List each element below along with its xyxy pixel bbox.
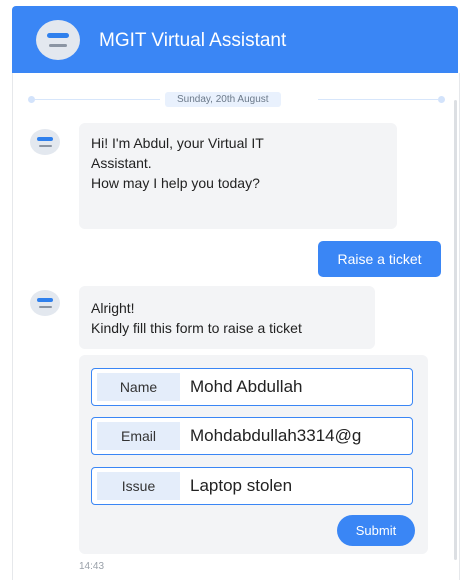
greeting-line-1: Hi! I'm Abdul, your Virtual IT bbox=[91, 135, 264, 151]
bot-avatar-icon bbox=[30, 290, 60, 316]
greeting-line-2: Assistant. bbox=[91, 155, 152, 171]
date-dot-right bbox=[438, 96, 445, 103]
user-message-raise-ticket[interactable]: Raise a ticket bbox=[318, 241, 441, 277]
email-field[interactable]: Email Mohdabdullah3314@g bbox=[91, 417, 413, 455]
date-label: Sunday, 20th August bbox=[165, 92, 281, 107]
bot-message-greeting: Hi! I'm Abdul, your Virtual IT Assistant… bbox=[79, 123, 397, 229]
date-dot-left bbox=[28, 96, 35, 103]
header-title: MGIT Virtual Assistant bbox=[99, 30, 287, 51]
email-field-value[interactable]: Mohdabdullah3314@g bbox=[190, 426, 410, 446]
message-timestamp: 14:43 bbox=[79, 561, 105, 572]
assistant-logo-icon bbox=[36, 20, 80, 60]
submit-button[interactable]: Submit bbox=[337, 515, 415, 546]
issue-field-value[interactable]: Laptop stolen bbox=[190, 476, 410, 496]
date-line-left bbox=[35, 99, 160, 100]
issue-field[interactable]: Issue Laptop stolen bbox=[91, 467, 413, 505]
name-field-value[interactable]: Mohd Abdullah bbox=[190, 377, 410, 397]
email-field-label: Email bbox=[97, 422, 180, 450]
reply-line-1: Alright! bbox=[91, 300, 135, 316]
greeting-line-3: How may I help you today? bbox=[91, 175, 260, 191]
name-field-label: Name bbox=[97, 373, 180, 401]
chat-scrollbar[interactable] bbox=[454, 100, 457, 560]
date-line-right bbox=[318, 99, 438, 100]
reply-line-2: Kindly fill this form to raise a ticket bbox=[91, 320, 302, 336]
date-separator: Sunday, 20th August bbox=[28, 92, 448, 107]
ticket-form: Name Mohd Abdullah Email Mohdabdullah331… bbox=[79, 355, 428, 554]
issue-field-label: Issue bbox=[97, 472, 180, 500]
bot-avatar-icon bbox=[30, 129, 60, 155]
name-field[interactable]: Name Mohd Abdullah bbox=[91, 368, 413, 406]
chat-header: MGIT Virtual Assistant bbox=[12, 6, 458, 73]
bot-message-reply: Alright! Kindly fill this form to raise … bbox=[79, 286, 375, 349]
